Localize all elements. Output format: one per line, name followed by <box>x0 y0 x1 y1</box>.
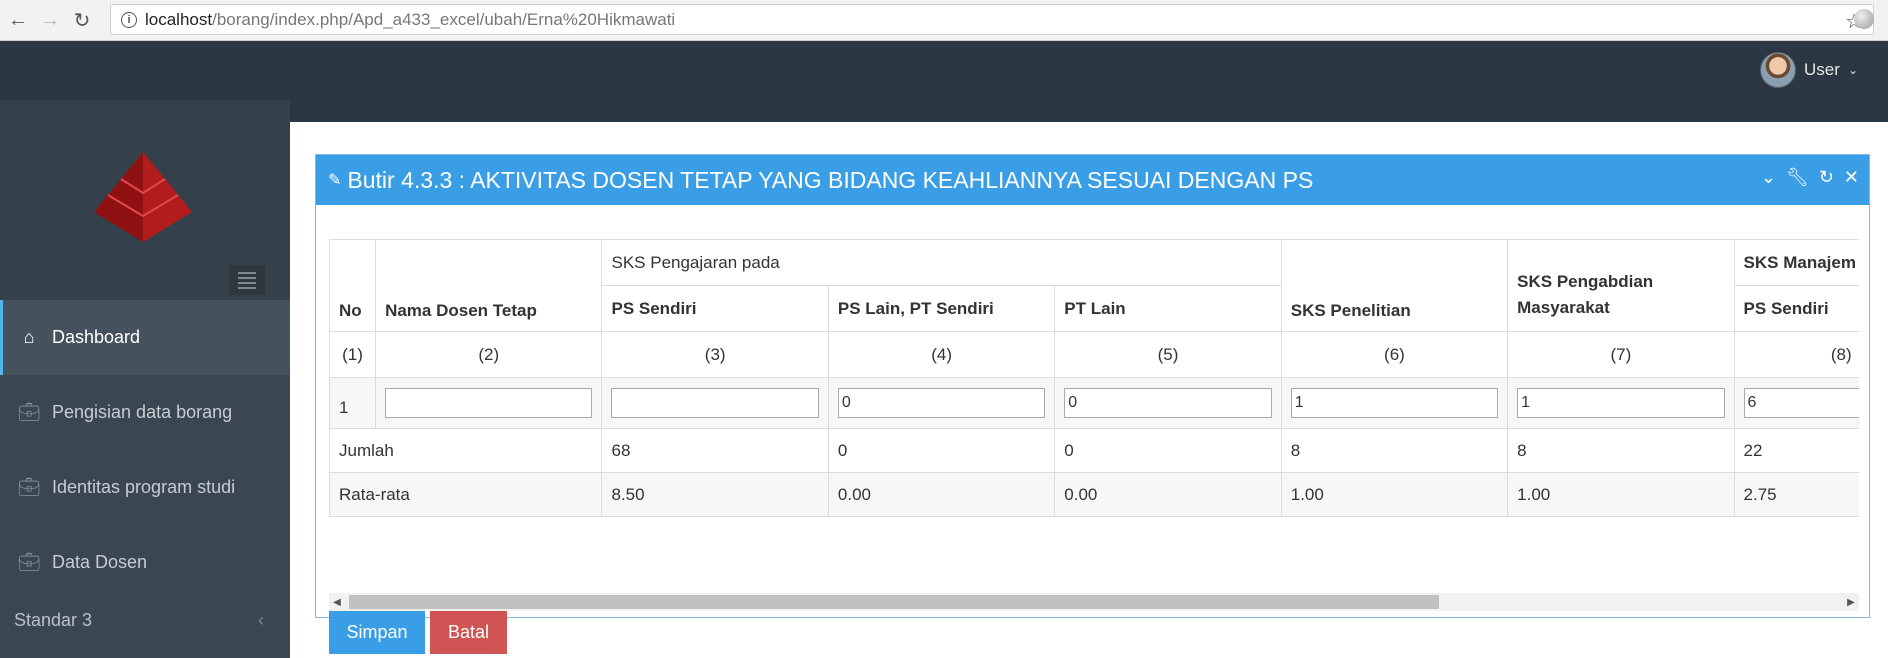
chevron-left-icon: ‹ <box>258 609 264 630</box>
table-wrapper: No Nama Dosen Tetap SKS Pengajaran pada … <box>329 239 1859 517</box>
top-header: User ⌄ <box>0 41 1888 100</box>
pyramid-logo-icon <box>94 152 192 242</box>
browser-toolbar: ← → ↻ i localhost/borang/index.php/Apd_a… <box>0 0 1888 41</box>
header-no: No <box>329 239 377 332</box>
scroll-right-icon[interactable]: ▶ <box>1843 593 1859 611</box>
sidebar-item-label: Data Dosen <box>52 552 148 572</box>
sidebar: ⌂ Dashboard 💼︎ Pengisian data borang 💼︎ … <box>0 100 290 658</box>
sidebar-item-identitas[interactable]: 💼︎ Identitas program studi <box>0 450 290 525</box>
header-ps-lain: PS Lain, PT Sendiri <box>827 285 1056 332</box>
logo-area <box>0 100 290 300</box>
url-path: /borang/index.php/Apd_a433_excel/ubah/Er… <box>212 9 676 29</box>
rata-value: 0.00 <box>1054 472 1282 517</box>
info-icon[interactable]: i <box>121 11 137 28</box>
edit-icon: ✎ <box>328 172 342 189</box>
chevron-down-icon: ⌄ <box>1847 63 1858 77</box>
header-nama: Nama Dosen Tetap <box>375 239 603 332</box>
ps-lain-input[interactable] <box>837 388 1046 418</box>
rata-label: Rata-rata <box>329 472 603 517</box>
refresh-icon[interactable]: ↻ <box>1819 167 1834 188</box>
pengabdian-input[interactable] <box>1517 388 1725 418</box>
sidebar-item-label: Dashboard <box>52 327 141 347</box>
header-ps-sendiri: PS Sendiri <box>601 285 829 332</box>
content: ✎ Butir 4.3.3 : AKTIVITAS DOSEN TETAP YA… <box>290 122 1888 658</box>
reload-icon[interactable]: ↻ <box>68 6 96 34</box>
jumlah-value: 68 <box>601 428 829 473</box>
close-icon[interactable]: ✕ <box>1844 167 1859 188</box>
manajemen-input[interactable] <box>1743 388 1859 418</box>
column-number-row: (1) (2) (3) (4) (5) (6) (7) (8) <box>329 331 1859 378</box>
header-penelitian: SKS Penelitian <box>1280 239 1509 332</box>
jumlah-value: 8 <box>1507 428 1735 473</box>
user-label: User <box>1804 60 1840 79</box>
scroll-left-icon[interactable]: ◀ <box>329 593 345 611</box>
sidebar-item-pengisian[interactable]: 💼︎ Pengisian data borang <box>0 375 290 450</box>
panel-tools: ⌄ 🔧︎ ↻ ✕ <box>1761 167 1859 188</box>
header-manajemen: SKS Manajem <box>1733 239 1859 286</box>
col-number: (8) <box>1733 331 1859 378</box>
horizontal-scrollbar[interactable]: ◀ ▶ <box>329 593 1859 611</box>
menu-toggle-button[interactable] <box>229 265 265 295</box>
main-area: ✎ Butir 4.3.3 : AKTIVITAS DOSEN TETAP YA… <box>290 100 1888 658</box>
cancel-button[interactable]: Batal <box>430 611 507 654</box>
col-number: (1) <box>329 331 377 378</box>
sidebar-item-label: Identitas program studi <box>52 477 236 497</box>
rata-value: 0.00 <box>827 472 1056 517</box>
panel-title: Butir 4.3.3 : AKTIVITAS DOSEN TETAP YANG… <box>347 166 1314 193</box>
jumlah-value: 8 <box>1280 428 1509 473</box>
penelitian-input[interactable] <box>1290 388 1499 418</box>
header-sks-pengajaran: SKS Pengajaran pada <box>601 239 1282 286</box>
address-bar[interactable]: i localhost/borang/index.php/Apd_a433_ex… <box>110 4 1874 35</box>
collapse-icon[interactable]: ⌄ <box>1761 167 1776 188</box>
rata-value: 1.00 <box>1280 472 1509 517</box>
wrench-icon[interactable]: 🔧︎ <box>1786 167 1809 188</box>
pt-lain-input[interactable] <box>1064 388 1272 418</box>
forward-icon[interactable]: → <box>36 6 64 34</box>
avatar <box>1760 52 1797 88</box>
header-pt-lain: PT Lain <box>1054 285 1282 332</box>
panel-header: ✎ Butir 4.3.3 : AKTIVITAS DOSEN TETAP YA… <box>316 155 1869 205</box>
col-number: (5) <box>1054 331 1282 378</box>
url-host: localhost <box>145 9 213 29</box>
jumlah-label: Jumlah <box>329 428 603 473</box>
rata-value: 2.75 <box>1733 472 1859 517</box>
row-number: 1 <box>329 377 377 429</box>
home-icon: ⌂ <box>23 327 35 347</box>
user-menu[interactable]: User ⌄ <box>1760 52 1858 88</box>
jumlah-value: 0 <box>827 428 1056 473</box>
form-panel: ✎ Butir 4.3.3 : AKTIVITAS DOSEN TETAP YA… <box>315 154 1870 654</box>
briefcase-icon: 💼︎ <box>17 402 41 422</box>
sidebar-section-label: Standar 3 <box>14 609 93 630</box>
jumlah-row: Jumlah 68 0 0 8 8 22 <box>329 428 1859 473</box>
table-row: 1 <box>329 377 1859 429</box>
jumlah-value: 0 <box>1054 428 1282 473</box>
jumlah-value: 22 <box>1733 428 1859 473</box>
col-number: (3) <box>601 331 829 378</box>
rata-value: 8.50 <box>601 472 829 517</box>
back-icon[interactable]: ← <box>4 6 32 34</box>
nama-dosen-input[interactable] <box>385 388 593 418</box>
sidebar-item-data-dosen[interactable]: 💼︎ Data Dosen <box>0 525 290 600</box>
sidebar-item-dashboard[interactable]: ⌂ Dashboard <box>0 300 290 375</box>
rata-rata-row: Rata-rata 8.50 0.00 0.00 1.00 1.00 2.75 <box>329 472 1859 517</box>
ps-sendiri-input[interactable] <box>611 388 819 418</box>
col-number: (4) <box>827 331 1056 378</box>
rata-value: 1.00 <box>1507 472 1735 517</box>
col-number: (7) <box>1507 331 1735 378</box>
sidebar-section-standar-3[interactable]: Standar 3 ‹ <box>0 600 290 640</box>
save-button[interactable]: Simpan <box>329 611 425 654</box>
scrollbar-thumb[interactable] <box>349 595 1439 609</box>
col-number: (2) <box>375 331 603 378</box>
sidebar-item-label: Pengisian data borang <box>52 402 233 422</box>
col-number: (6) <box>1280 331 1509 378</box>
aktivitas-table: No Nama Dosen Tetap SKS Pengajaran pada … <box>329 239 1859 517</box>
header-manajemen-ps-sendiri: PS Sendiri <box>1733 285 1859 332</box>
briefcase-icon: 💼︎ <box>17 552 41 572</box>
header-pengabdian: SKS Pengabdian Masyarakat <box>1507 239 1735 332</box>
briefcase-icon: 💼︎ <box>17 477 41 497</box>
extension-icon[interactable] <box>1854 9 1874 29</box>
